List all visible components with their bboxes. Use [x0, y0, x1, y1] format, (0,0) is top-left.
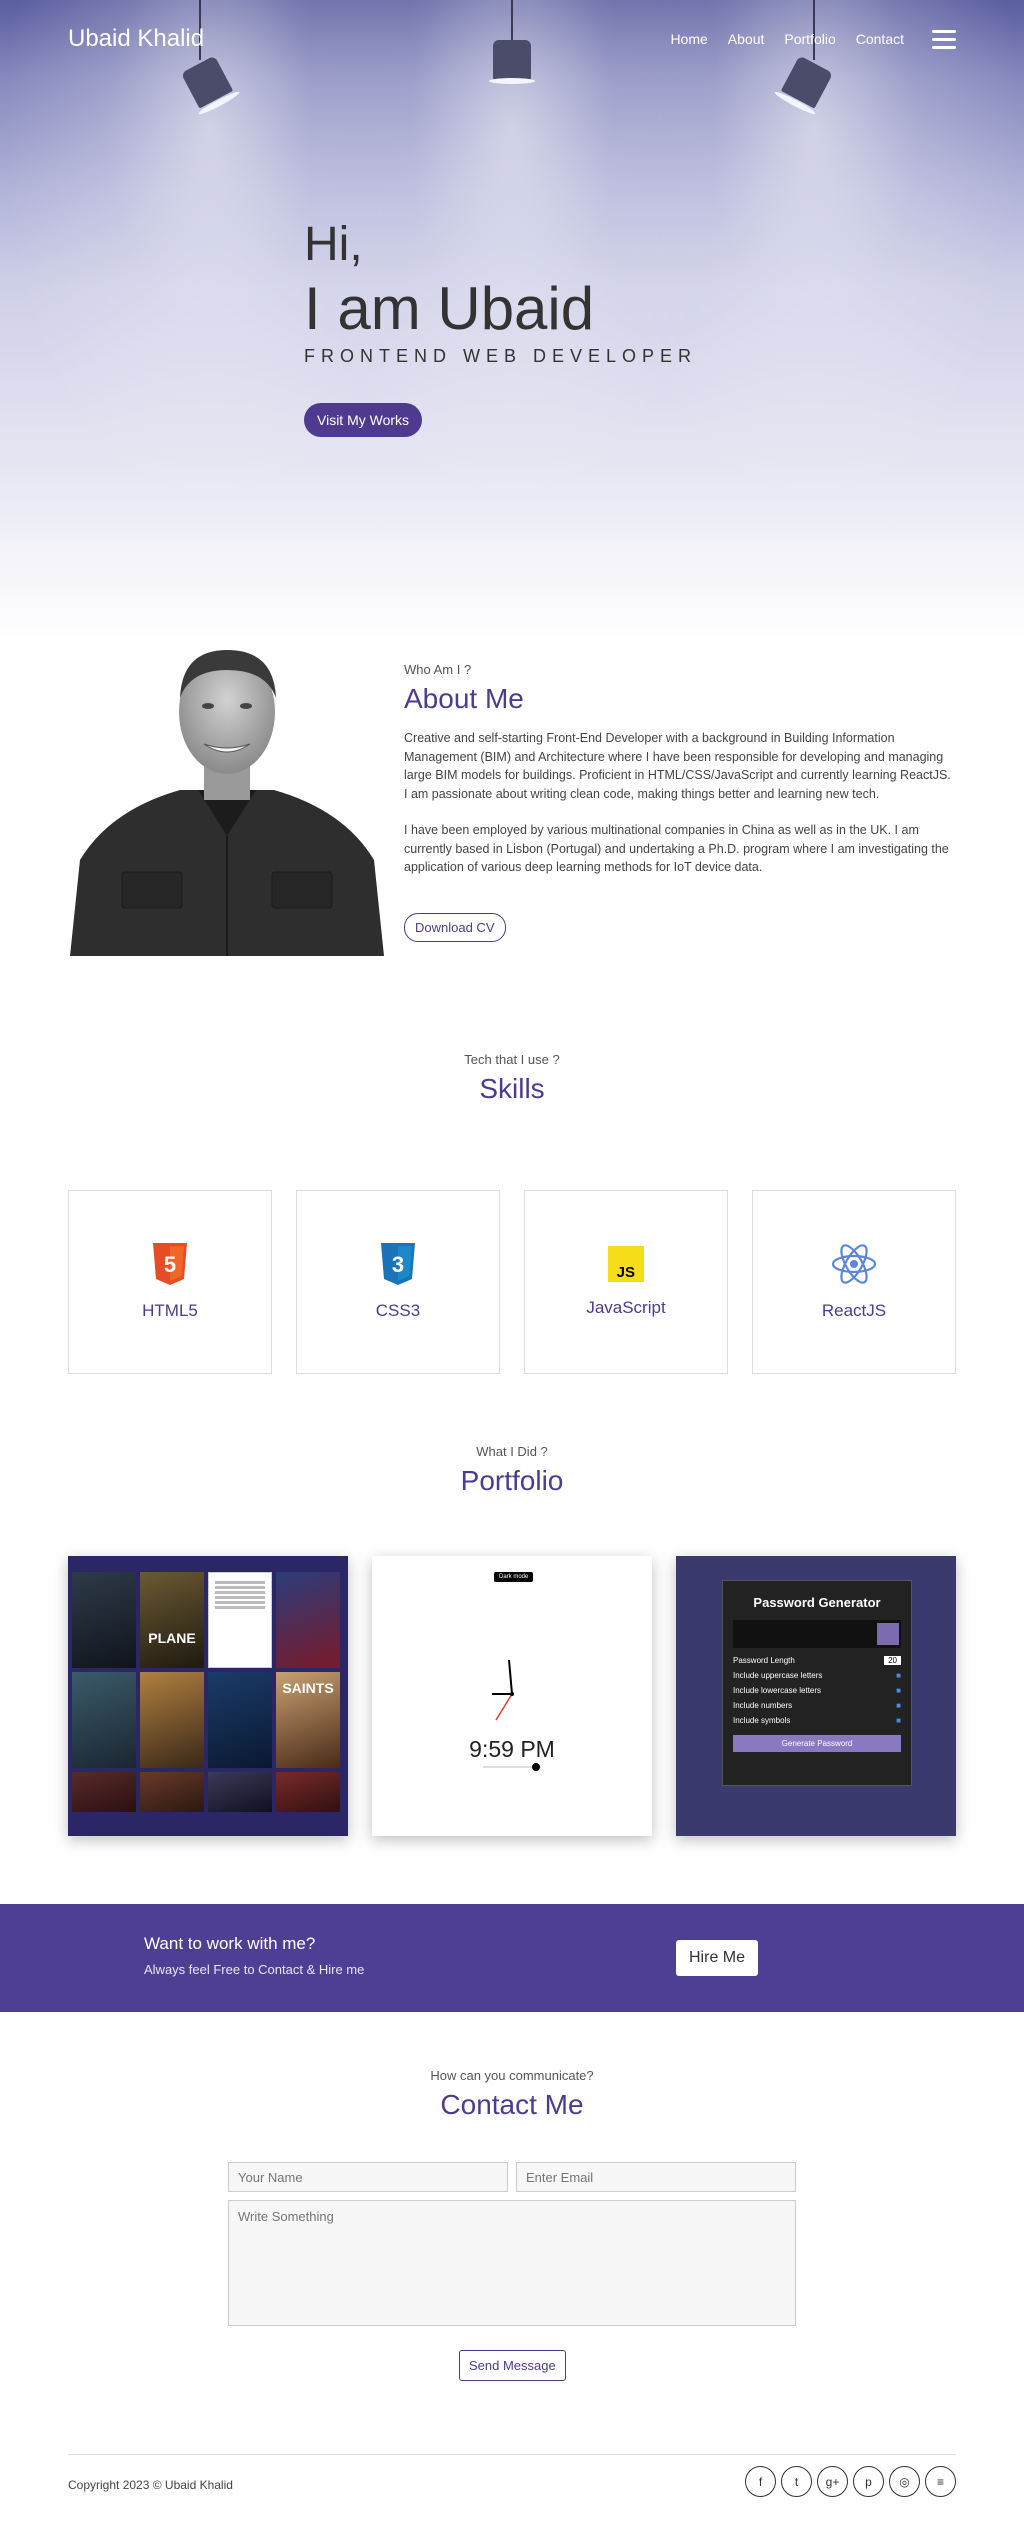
email-input[interactable]: [516, 2162, 796, 2192]
instagram-icon[interactable]: ◎: [889, 2466, 920, 2497]
top-navbar: Ubaid Khalid Home About Portfolio Contac…: [0, 0, 1024, 78]
movie-poster: [140, 1772, 204, 1812]
contact-section: How can you communicate? Contact Me Send…: [0, 2012, 1024, 2456]
dark-mode-toggle: Dark mode: [494, 1572, 534, 1582]
portfolio-title: Portfolio: [460, 1465, 564, 1496]
message-textarea[interactable]: [228, 2200, 796, 2326]
hire-banner-subtitle: Always feel Free to Contact & Hire me: [144, 1962, 365, 1977]
nav-link-home[interactable]: Home: [670, 31, 707, 47]
movie-poster: [72, 1772, 136, 1812]
hire-me-button[interactable]: Hire Me: [676, 1940, 759, 1976]
facebook-icon[interactable]: f: [745, 2466, 776, 2497]
hero-section: Ubaid Khalid Home About Portfolio Contac…: [0, 0, 1024, 640]
skills-title: Skills: [479, 1073, 545, 1104]
contact-eyebrow: How can you communicate?: [430, 2068, 594, 2083]
social-links: f t g+ p ◎ ≡: [745, 2466, 956, 2497]
portfolio-eyebrow: What I Did ?: [476, 1444, 548, 1459]
portfolio-item-movie-app[interactable]: PLANE SAINTS: [68, 1556, 348, 1836]
clock-date-dot: [532, 1763, 540, 1771]
skill-card-html5: 5 HTML5: [68, 1190, 272, 1374]
hero-name: I am Ubaid: [304, 275, 595, 342]
skill-label-css3: CSS3: [375, 1301, 421, 1320]
hamburger-menu-icon[interactable]: [932, 29, 956, 49]
about-section: Who Am I ? About Me Creative and self-st…: [0, 640, 1024, 1000]
movie-poster: [72, 1672, 136, 1768]
movie-poster: SAINTS: [276, 1672, 340, 1768]
portfolio-item-password-generator[interactable]: Password Generator Password Length 20 In…: [676, 1556, 956, 1836]
javascript-icon: JS: [608, 1246, 644, 1282]
profile-photo: [70, 650, 384, 956]
about-title: About Me: [404, 683, 524, 714]
hero-intro: Hi, I am Ubaid FRONTEND WEB DEVELOPER Vi…: [304, 218, 697, 437]
svg-text:5: 5: [164, 1252, 176, 1277]
about-paragraph-1: Creative and self-starting Front-End Dev…: [404, 731, 951, 801]
css3-icon: 3: [381, 1243, 415, 1285]
about-content: Who Am I ? About Me Creative and self-st…: [404, 662, 954, 942]
copyright-text: Copyright 2023 © Ubaid Khalid: [68, 2478, 233, 2492]
hire-banner: Want to work with me? Always feel Free t…: [0, 1904, 1024, 2012]
send-message-button[interactable]: Send Message: [459, 2350, 566, 2381]
portfolio-grid: PLANE SAINTS Dark mode 9:59 PM Password …: [68, 1556, 956, 1836]
password-title: Password Generator: [753, 1595, 881, 1610]
movie-poster: [276, 1572, 340, 1668]
google-plus-icon[interactable]: g+: [817, 2466, 848, 2497]
skill-label-javascript: JavaScript: [586, 1298, 666, 1317]
movie-poster: [208, 1672, 272, 1768]
twitter-icon[interactable]: t: [781, 2466, 812, 2497]
password-card: Password Generator Password Length 20 In…: [722, 1580, 912, 1786]
movie-overview-card: [208, 1572, 272, 1668]
clock-time: 9:59 PM: [469, 1736, 555, 1762]
skills-eyebrow: Tech that I use ?: [464, 1052, 560, 1067]
nav-link-portfolio[interactable]: Portfolio: [784, 31, 835, 47]
footer-divider: [68, 2454, 956, 2455]
name-input[interactable]: [228, 2162, 508, 2192]
brand-logo[interactable]: Ubaid Khalid: [68, 25, 204, 53]
skills-section: Tech that I use ? Skills 5 HTML5 3 CSS3 …: [0, 1000, 1024, 1404]
portfolio-item-clock-app[interactable]: Dark mode 9:59 PM: [372, 1556, 652, 1836]
skill-card-reactjs: ReactJS: [752, 1190, 956, 1374]
skills-heading: Tech that I use ? Skills: [0, 1052, 1024, 1105]
movie-poster: [276, 1772, 340, 1812]
skill-card-javascript: JS JavaScript: [524, 1190, 728, 1374]
hero-role: FRONTEND WEB DEVELOPER: [304, 346, 698, 366]
hero-greeting: Hi,: [304, 218, 363, 271]
portfolio-section: What I Did ? Portfolio PLANE SAINTS Dark…: [0, 1404, 1024, 1904]
react-icon: [831, 1244, 877, 1284]
about-eyebrow: Who Am I ?: [404, 662, 472, 677]
nav-link-contact[interactable]: Contact: [856, 31, 904, 47]
movie-poster: [72, 1572, 136, 1668]
skill-label-reactjs: ReactJS: [821, 1301, 887, 1320]
skills-cards: 5 HTML5 3 CSS3 JS JavaScript ReactJS: [68, 1190, 956, 1374]
download-cv-button[interactable]: Download CV: [404, 912, 506, 942]
movie-poster: PLANE: [140, 1572, 204, 1668]
skill-card-css3: 3 CSS3: [296, 1190, 500, 1374]
visit-works-button[interactable]: Visit My Works: [304, 403, 423, 437]
generate-password-button: Generate Password: [733, 1735, 901, 1752]
stackoverflow-icon[interactable]: ≡: [925, 2466, 956, 2497]
svg-text:3: 3: [392, 1252, 404, 1277]
hire-banner-title: Want to work with me?: [144, 1934, 316, 1953]
clock-face: [492, 1659, 514, 1721]
copy-icon: [877, 1623, 899, 1645]
nav-links: Home About Portfolio Contact: [670, 31, 904, 47]
html5-icon: 5: [153, 1243, 187, 1285]
svg-text:JS: JS: [617, 1264, 635, 1281]
movie-poster: [140, 1672, 204, 1768]
about-paragraph-2: I have been employed by various multinat…: [404, 823, 949, 874]
portfolio-heading: What I Did ? Portfolio: [0, 1444, 1024, 1497]
skill-label-html5: HTML5: [142, 1301, 198, 1320]
password-output: [733, 1620, 901, 1648]
contact-title: Contact Me: [440, 2089, 584, 2120]
footer: Copyright 2023 © Ubaid Khalid f t g+ p ◎…: [0, 2456, 1024, 2520]
movie-poster: [208, 1772, 272, 1812]
contact-heading: How can you communicate? Contact Me: [0, 2068, 1024, 2121]
nav-link-about[interactable]: About: [728, 31, 765, 47]
pinterest-icon[interactable]: p: [853, 2466, 884, 2497]
